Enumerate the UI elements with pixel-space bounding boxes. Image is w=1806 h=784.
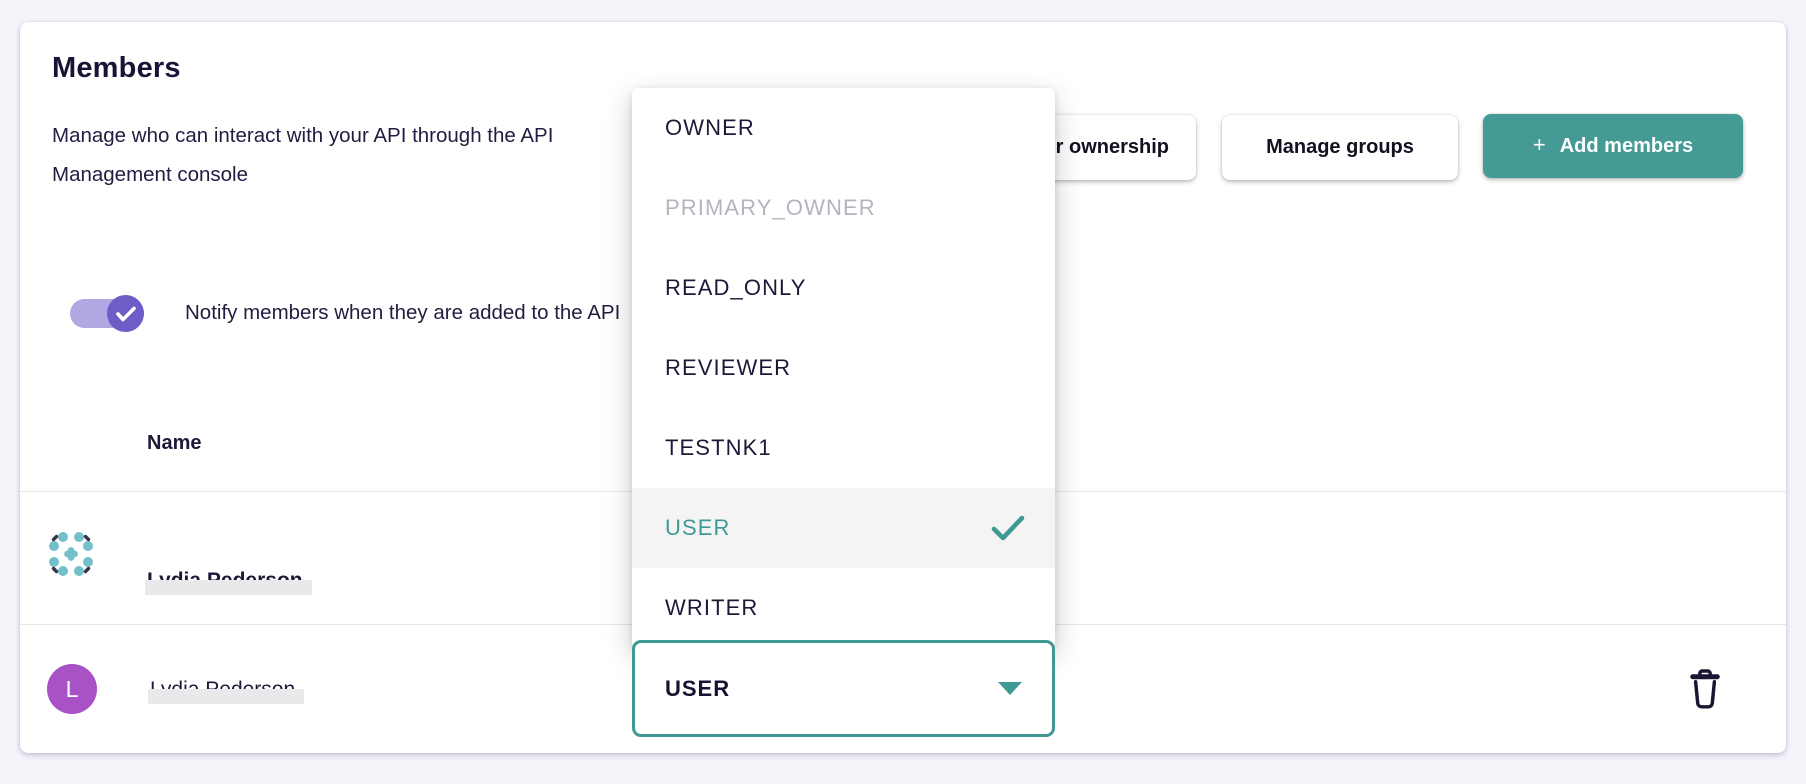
plus-icon: +: [1533, 132, 1546, 158]
table-header-name: Name: [147, 432, 201, 455]
avatar: L: [47, 664, 97, 714]
page-description-line2: Management console: [52, 163, 248, 186]
menu-item-label: PRIMARY_OWNER: [665, 195, 876, 221]
menu-item-label: TESTNK1: [665, 435, 772, 461]
toggle-thumb: [107, 295, 144, 332]
menu-item-primary-owner[interactable]: PRIMARY_OWNER: [632, 168, 1055, 248]
menu-item-user[interactable]: USER: [632, 488, 1055, 568]
role-select-value: USER: [665, 676, 730, 702]
menu-item-testnk1[interactable]: TESTNK1: [632, 408, 1055, 488]
manage-groups-button[interactable]: Manage groups: [1222, 115, 1458, 180]
member-name: Lydia Pederson: [147, 569, 303, 593]
selected-check-icon: [991, 514, 1025, 542]
menu-item-label: READ_ONLY: [665, 275, 807, 301]
menu-item-label: USER: [665, 515, 731, 541]
page-title: Members: [52, 52, 181, 85]
member-row: Lydia Pederson: [147, 569, 303, 593]
member-name: Lydia Pederson: [150, 678, 295, 702]
page: Members Manage who can interact with you…: [0, 0, 1806, 784]
role-select[interactable]: USER: [632, 640, 1055, 737]
menu-item-reviewer[interactable]: REVIEWER: [632, 328, 1055, 408]
role-dropdown-menu: OWNER PRIMARY_OWNER READ_ONLY REVIEWER T…: [632, 88, 1055, 648]
menu-item-owner[interactable]: OWNER: [632, 88, 1055, 168]
trash-icon: [1682, 666, 1728, 712]
menu-item-label: WRITER: [665, 595, 758, 621]
menu-item-label: OWNER: [665, 115, 755, 141]
notify-toggle-label: Notify members when they are added to th…: [185, 301, 620, 325]
page-description-line1: Manage who can interact with your API th…: [52, 124, 553, 147]
avatar-initial: L: [66, 676, 79, 703]
delete-member-button[interactable]: [1680, 664, 1730, 714]
add-members-button[interactable]: + Add members: [1483, 114, 1743, 178]
member-row: Lydia Pederson: [150, 678, 295, 702]
notify-toggle[interactable]: [70, 295, 144, 332]
caret-down-icon: [998, 682, 1022, 695]
menu-item-label: REVIEWER: [665, 355, 791, 381]
add-members-label: Add members: [1560, 135, 1693, 158]
check-icon: [116, 306, 136, 322]
menu-item-writer[interactable]: WRITER: [632, 568, 1055, 648]
menu-item-read-only[interactable]: READ_ONLY: [632, 248, 1055, 328]
dotted-identicon-icon: [45, 528, 97, 580]
